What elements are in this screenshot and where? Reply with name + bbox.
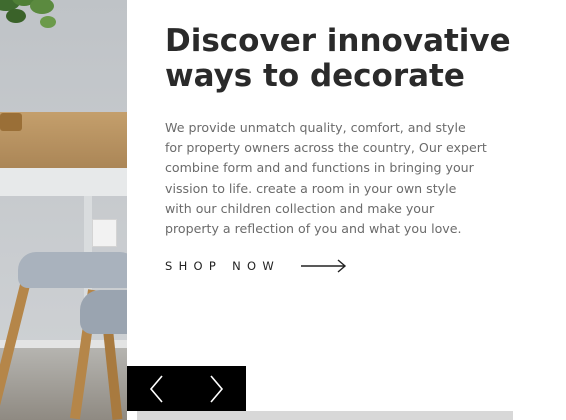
shop-now-link[interactable]: SHOP NOW <box>165 256 348 276</box>
wall-outlet <box>92 219 117 247</box>
arrow-right-icon <box>301 259 347 273</box>
previous-slide-button[interactable] <box>127 366 186 411</box>
table-edge <box>0 168 127 196</box>
plant-leaves <box>0 0 56 28</box>
chair-seat <box>18 252 127 288</box>
next-slide-button[interactable] <box>186 366 245 411</box>
hero-heading: Discover innovative ways to decorate <box>165 23 511 94</box>
hero-image <box>0 0 127 420</box>
chair-seat <box>80 290 127 334</box>
table-object <box>0 113 22 131</box>
slider-progress-track <box>137 411 513 420</box>
hero-description: We provide unmatch quality, comfort, and… <box>165 120 487 237</box>
chevron-left-icon <box>149 374 163 403</box>
slider-controls <box>127 366 246 411</box>
chevron-right-icon <box>209 374 223 403</box>
shop-now-label: SHOP NOW <box>165 259 281 273</box>
